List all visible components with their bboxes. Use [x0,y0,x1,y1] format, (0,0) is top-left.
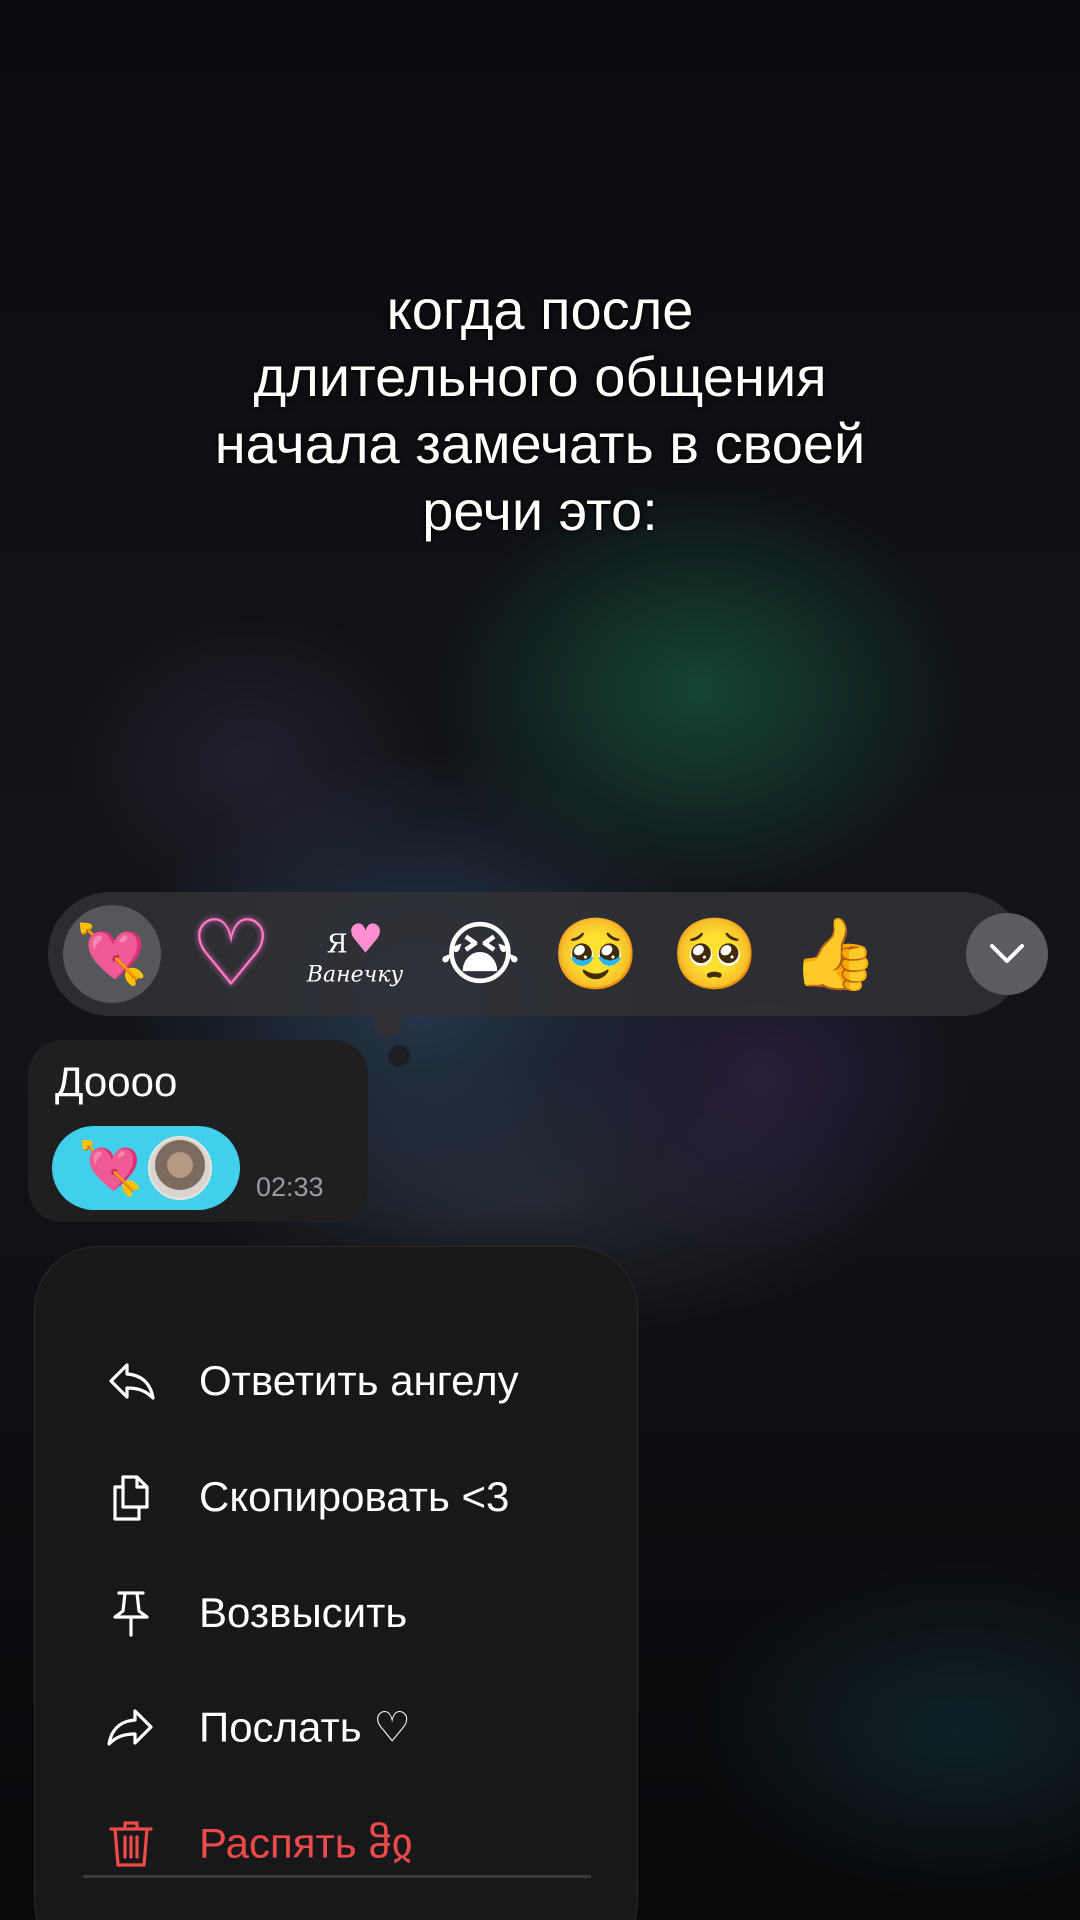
menu-item-label: Распять ჵჲ [199,1819,413,1867]
thumbs-up-icon: 👍 [791,913,879,995]
sticker-heart-icon: ♥ [347,916,384,963]
chevron-down-icon [990,944,1024,963]
message-reaction-pill[interactable]: 💘 [52,1126,240,1210]
forward-icon [103,1699,159,1755]
menu-item-forward[interactable]: Послать ♡ [35,1677,637,1777]
reaction-bar: 💘 ♡ Я♥ Ванечку 😭 🥹 🥺 👍 [48,892,1048,1016]
menu-divider [83,1875,591,1878]
reaction-heart-with-arrow[interactable]: 💘 [63,905,161,1003]
sticker-bottom-text: Ванечку [306,962,404,988]
sticker-top-text: Я [326,929,348,960]
pixel-heart-icon: ♡ [189,900,273,1007]
expand-reactions-button[interactable] [966,913,1048,995]
reaction-thumbs-up[interactable]: 👍 [791,919,878,989]
menu-item-label: Послать ♡ [199,1703,411,1751]
menu-item-reply[interactable]: Ответить ангелу [35,1331,637,1431]
reaction-ya-vanechku-sticker[interactable]: Я♥ Ванечку [306,920,404,988]
hand-over-cheek-face-icon: 🥹 [552,913,640,995]
reaction-pleading[interactable]: 🥺 [671,919,758,989]
heart-with-arrow-icon: 💘 [78,1139,143,1199]
reaction-bar-tail-dot [373,1008,403,1038]
menu-item-copy[interactable]: Скопировать <3 [35,1447,637,1547]
message-timestamp: 02:33 [256,1172,324,1202]
overlay-caption: когда после длительного общения начала з… [214,278,866,542]
menu-item-label: Ответить ангелу [199,1357,519,1404]
reaction-hand-over-cheek[interactable]: 🥹 [552,919,639,989]
message-bubble[interactable]: Доооо 💘 02:33 [28,1040,368,1222]
heart-with-arrow-icon: 💘 [75,920,149,988]
message-text: Доооо [55,1058,178,1105]
reply-icon [103,1353,159,1409]
menu-item-label: Возвысить [199,1589,408,1636]
menu-item-label: Скопировать <3 [199,1473,510,1520]
ya-vanechku-sticker: Я♥ Ванечку [306,920,404,988]
trash-icon [103,1815,159,1871]
menu-item-delete[interactable]: Распять ჵჲ [35,1793,637,1893]
copy-icon [103,1469,159,1525]
pleading-face-icon: 🥺 [671,913,759,995]
reaction-bar-tail-dot-small [388,1045,410,1067]
reaction-loudly-crying[interactable]: 😭 [439,919,521,989]
pin-icon [103,1585,159,1641]
reaction-pixel-heart[interactable]: ♡ [190,908,272,1000]
reactor-avatar [148,1136,212,1200]
message-context-menu: Ответить ангелу Скопировать <3 Возвысить… [34,1246,638,1920]
menu-item-pin[interactable]: Возвысить [35,1563,637,1663]
loudly-crying-face-icon: 😭 [439,913,521,995]
